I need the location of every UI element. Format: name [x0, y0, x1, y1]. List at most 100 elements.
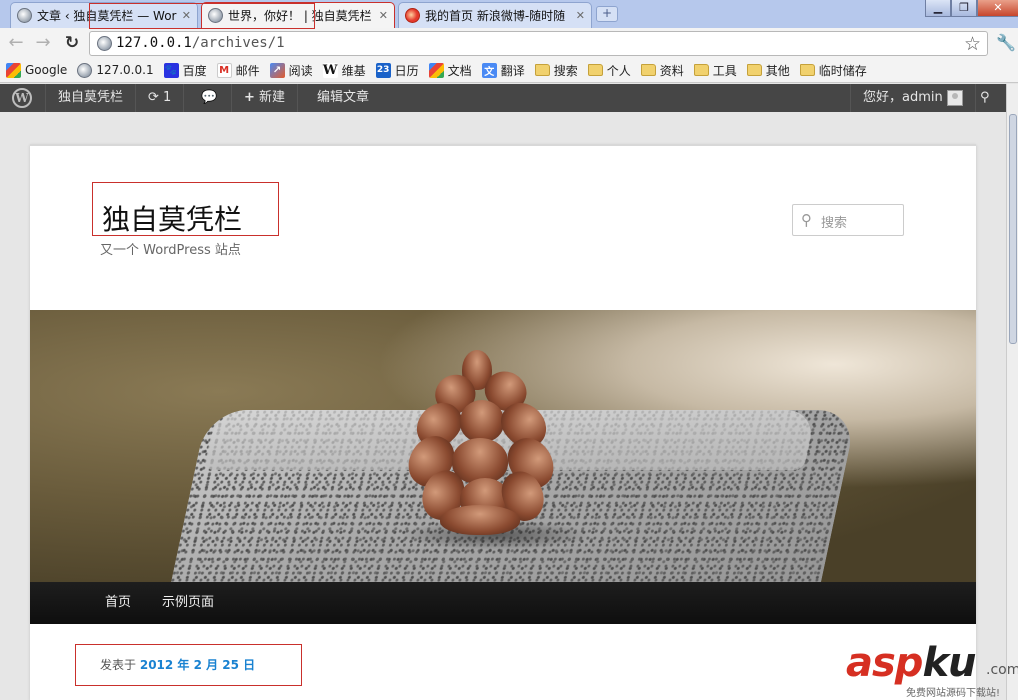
globe-icon [17, 8, 32, 23]
watermark-tagline: 免费网站源码下载站! [906, 688, 1001, 699]
updates-count: 1 [163, 90, 172, 105]
bookmark-label: 127.0.0.1 [96, 63, 154, 77]
close-window-button[interactable]: ✕ [977, 0, 1018, 17]
bookmark-calendar[interactable]: 23 日历 [375, 62, 419, 79]
admin-bar-comments[interactable]: 💬 [189, 84, 232, 112]
bookmark-docs[interactable]: 文档 [428, 62, 472, 79]
aspku-watermark: aspku .com 免费网站源码下载站! [846, 640, 1018, 700]
bookmark-label: 资料 [659, 63, 684, 78]
folder-icon [534, 64, 550, 76]
bookmark-folder-materials[interactable]: 资料 [640, 62, 684, 79]
bookmark-google[interactable]: Google [6, 62, 68, 78]
bookmark-label: 百度 [182, 63, 207, 78]
greeting: 您好，admin [863, 90, 943, 105]
url-highlight-box [89, 3, 315, 29]
wp-admin-bar: W 独自莫凭栏 ⟳ 1 💬 + 新建 编辑文章 您好，admin ⚲ [0, 84, 1006, 112]
google-icon [6, 62, 21, 78]
forward-button[interactable]: → [33, 33, 53, 53]
bookmark-folder-tools[interactable]: 工具 [693, 62, 737, 79]
folder-icon [640, 64, 656, 76]
bookmark-label: 文档 [447, 63, 472, 78]
page-scrollbar[interactable] [1006, 84, 1018, 700]
browser-toolbar: ← → ↻ 127.0.0.1/archives/1 ☆ [0, 28, 1018, 58]
minimize-button[interactable]: ▁ [925, 0, 951, 17]
plus-icon: + [244, 90, 255, 105]
admin-bar-edit-post[interactable]: 编辑文章 [305, 84, 381, 112]
bookmark-folder-other[interactable]: 其他 [746, 62, 790, 79]
comment-bubble-icon: 💬 [201, 90, 218, 105]
url-host: 127.0.0.1 [116, 35, 192, 51]
bookmark-label: 邮件 [235, 63, 260, 78]
admin-bar-search[interactable]: ⚲ [972, 84, 1006, 112]
search-icon: ⚲ [980, 90, 990, 105]
bookmark-localhost[interactable]: 127.0.0.1 [77, 62, 154, 78]
main-navigation: 首页 示例页面 [30, 582, 976, 624]
wrench-icon[interactable]: 🔧 [996, 33, 1016, 52]
globe-icon [77, 62, 93, 78]
reload-button[interactable]: ↻ [62, 33, 82, 53]
bookmark-label: Google [25, 63, 68, 77]
address-bar[interactable]: 127.0.0.1/archives/1 ☆ [89, 31, 988, 56]
bookmark-label: 临时储存 [818, 63, 867, 78]
admin-bar-account[interactable]: 您好，admin [850, 84, 976, 112]
avatar [946, 89, 963, 106]
bookmarks-bar: Google 127.0.0.1 🐾 百度 M 邮件 ↗ 阅读 W 维基 23 日历 文档… [0, 58, 1018, 83]
folder-icon [693, 64, 709, 76]
tab-close-icon[interactable]: ✕ [576, 9, 585, 22]
bookmark-folder-search[interactable]: 搜索 [534, 62, 578, 79]
bookmark-translate[interactable]: 文翻译 [481, 62, 525, 79]
site-search-input[interactable]: ⚲ 搜索 [792, 204, 904, 236]
bookmark-reader[interactable]: ↗ 阅读 [269, 62, 313, 79]
title-highlight-box [92, 182, 279, 236]
folder-icon [587, 64, 603, 76]
bookmark-label: 阅读 [288, 63, 313, 78]
admin-bar-site-name[interactable]: 独自莫凭栏 [46, 84, 137, 112]
bookmark-wiki[interactable]: W 维基 [322, 62, 366, 79]
tab-weibo[interactable]: 我的首页 新浪微博-随时随 ✕ [398, 2, 592, 28]
globe-icon [97, 36, 112, 51]
nav-sample-page[interactable]: 示例页面 [162, 582, 214, 624]
tab-close-icon[interactable]: ✕ [379, 9, 388, 22]
url-text: 127.0.0.1/archives/1 [116, 35, 285, 51]
calendar-icon: 23 [375, 62, 391, 78]
bookmark-label: 维基 [341, 63, 366, 78]
date-highlight-box [75, 644, 302, 686]
search-placeholder: 搜索 [821, 216, 848, 231]
bookmark-label: 搜索 [553, 63, 578, 78]
docs-icon [428, 62, 444, 78]
site-description: 又一个 WordPress 站点 [100, 243, 241, 258]
bookmark-folder-temp[interactable]: 临时储存 [799, 62, 867, 79]
bookmark-label: 个人 [606, 63, 631, 78]
pine-cone-image [399, 350, 563, 540]
bookmark-mail[interactable]: M 邮件 [216, 62, 260, 79]
header-image [30, 310, 976, 582]
translate-icon: 文 [481, 62, 497, 78]
admin-bar-updates[interactable]: ⟳ 1 [136, 84, 185, 112]
new-tab-button[interactable]: + [596, 6, 618, 22]
bookmark-label: 其他 [765, 63, 790, 78]
scrollbar-thumb[interactable] [1009, 114, 1017, 344]
bookmark-baidu[interactable]: 🐾 百度 [163, 62, 207, 79]
bookmark-star-icon[interactable]: ☆ [964, 33, 981, 55]
bookmark-label: 翻译 [500, 63, 525, 78]
folder-icon [799, 64, 815, 76]
watermark-logo: aspku [846, 640, 977, 686]
wp-menu[interactable]: W [0, 84, 46, 112]
search-icon: ⚲ [801, 211, 812, 229]
weibo-icon [405, 8, 420, 23]
gmail-icon: M [216, 62, 232, 78]
folder-icon [746, 64, 762, 76]
nav-home[interactable]: 首页 [105, 582, 131, 624]
reader-icon: ↗ [269, 62, 285, 78]
wikipedia-icon: W [322, 62, 338, 78]
baidu-icon: 🐾 [163, 62, 179, 78]
admin-bar-new[interactable]: + 新建 [232, 84, 299, 112]
bookmark-folder-personal[interactable]: 个人 [587, 62, 631, 79]
wordpress-logo-icon: W [12, 88, 32, 108]
maximize-button[interactable]: ❐ [951, 0, 977, 17]
watermark-dotcom: .com [986, 662, 1018, 678]
back-button[interactable]: ← [6, 33, 26, 53]
url-path: /archives/1 [191, 35, 285, 51]
bookmark-label: 工具 [712, 63, 737, 78]
new-label: 新建 [259, 90, 286, 105]
